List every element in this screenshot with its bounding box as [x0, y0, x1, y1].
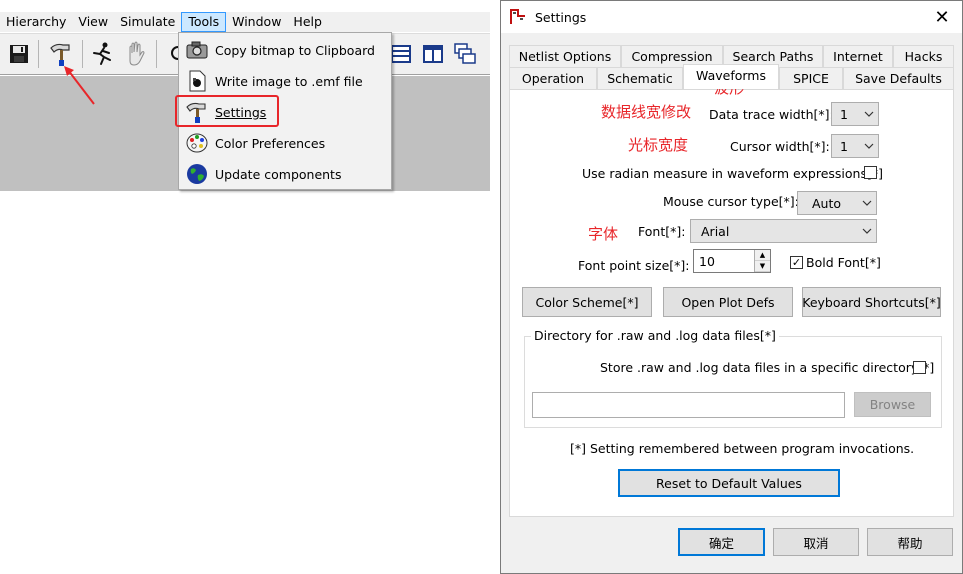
menu-bar: Hierarchy View Simulate Tools Window Hel…: [0, 12, 490, 32]
note-text: [*] Setting remembered between program i…: [570, 441, 915, 456]
bold-font-checkbox[interactable]: ✓: [790, 256, 803, 269]
help-button[interactable]: 帮助: [867, 528, 953, 556]
spin-down-icon[interactable]: ▼: [755, 261, 770, 272]
directory-path-input[interactable]: [532, 392, 845, 418]
tab-waveforms[interactable]: Waveforms: [683, 64, 779, 89]
dialog-title: Settings: [535, 9, 587, 25]
hammer-icon[interactable]: [45, 39, 77, 69]
menu-tools[interactable]: Tools: [181, 12, 227, 32]
ok-button[interactable]: 确定: [678, 528, 765, 556]
menu-item-copy-bitmap[interactable]: Copy bitmap to Clipboard: [179, 36, 391, 64]
settings-dialog: Settings ✕ Netlist Options Compression S…: [500, 0, 963, 574]
mouse-cursor-label: Mouse cursor type[*]:: [663, 194, 799, 209]
open-plot-defs-button[interactable]: Open Plot Defs: [663, 287, 793, 317]
bold-font-label: Bold Font[*]: [806, 255, 881, 270]
globe-icon: [184, 163, 210, 185]
cursor-width-label: Cursor width[*]:: [730, 139, 830, 154]
tab-save-defaults[interactable]: Save Defaults: [843, 67, 954, 89]
app-icon: [509, 8, 527, 26]
menu-simulate[interactable]: Simulate: [114, 12, 181, 32]
emf-file-icon: [184, 70, 210, 92]
data-trace-width-select[interactable]: 1: [831, 102, 879, 126]
menu-item-color-preferences[interactable]: Color Preferences: [179, 129, 391, 157]
radian-label: Use radian measure in waveform expressio…: [582, 166, 883, 181]
annotation-data-trace: 数据线宽修改: [601, 103, 692, 121]
tab-hacks[interactable]: Hacks: [893, 45, 954, 67]
data-trace-width-label: Data trace width[*]:: [709, 107, 834, 122]
chevron-down-icon: [860, 143, 878, 149]
close-icon[interactable]: ✕: [932, 7, 952, 28]
dialog-titlebar: Settings ✕: [501, 1, 962, 33]
cursor-width-select[interactable]: 1: [831, 134, 879, 158]
halt-hand-icon[interactable]: [120, 39, 152, 69]
chevron-down-icon: [858, 228, 876, 234]
chevron-down-icon: [860, 111, 878, 117]
tab-operation[interactable]: Operation: [509, 67, 597, 89]
menu-hierarchy[interactable]: Hierarchy: [0, 12, 72, 32]
window-split-icon[interactable]: [417, 39, 449, 69]
browse-button[interactable]: Browse: [854, 392, 931, 417]
palette-icon: [184, 132, 210, 154]
menu-item-write-emf[interactable]: Write image to .emf file: [179, 67, 391, 95]
tab-netlist-options[interactable]: Netlist Options: [509, 45, 621, 67]
directory-groupbox: Directory for .raw and .log data files[*…: [524, 328, 942, 428]
cancel-button[interactable]: 取消: [773, 528, 859, 556]
menu-item-update-components[interactable]: Update components: [179, 160, 391, 188]
chevron-down-icon: [858, 200, 876, 206]
tools-dropdown-menu: Copy bitmap to Clipboard Write image to …: [175, 32, 392, 190]
waveforms-panel: 波形 数据线宽修改 光标宽度 字体 Data trace width[*]: 1…: [509, 79, 954, 517]
font-size-label: Font point size[*]:: [578, 258, 690, 273]
font-label: Font[*]:: [638, 224, 686, 239]
checkmark-icon: ✓: [791, 256, 802, 269]
font-select[interactable]: Arial: [690, 219, 877, 243]
spin-up-icon[interactable]: ▲: [755, 250, 770, 261]
radian-checkbox[interactable]: [864, 166, 877, 179]
save-icon[interactable]: [3, 39, 35, 69]
annotation-highlight-box: [175, 95, 279, 127]
camera-icon: [184, 39, 210, 61]
directory-group-title: Directory for .raw and .log data files[*…: [531, 328, 779, 343]
menu-window[interactable]: Window: [226, 12, 287, 32]
store-directory-label: Store .raw and .log data files in a spec…: [600, 360, 935, 375]
font-size-spinner[interactable]: 10 ▲ ▼: [693, 249, 771, 273]
color-scheme-button[interactable]: Color Scheme[*]: [522, 287, 652, 317]
tab-schematic[interactable]: Schematic: [597, 67, 683, 89]
run-icon[interactable]: [86, 39, 118, 69]
window-cascade-icon[interactable]: [449, 39, 481, 69]
tab-internet[interactable]: Internet: [823, 45, 893, 67]
tab-spice[interactable]: SPICE: [779, 67, 843, 89]
menu-help[interactable]: Help: [287, 12, 328, 32]
keyboard-shortcuts-button[interactable]: Keyboard Shortcuts[*]: [802, 287, 941, 317]
annotation-font: 字体: [588, 225, 619, 243]
reset-defaults-button[interactable]: Reset to Default Values: [618, 469, 840, 497]
annotation-cursor: 光标宽度: [628, 136, 689, 154]
menu-item-settings[interactable]: Settings: [175, 95, 391, 127]
menu-view[interactable]: View: [72, 12, 114, 32]
mouse-cursor-select[interactable]: Auto: [797, 191, 877, 215]
store-directory-checkbox[interactable]: [913, 361, 926, 374]
